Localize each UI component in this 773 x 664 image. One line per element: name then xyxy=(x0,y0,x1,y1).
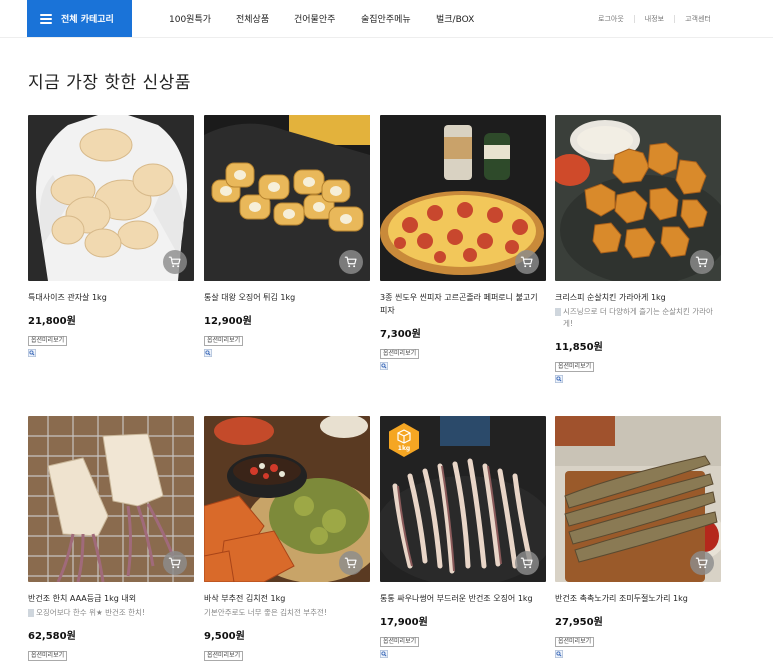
badge-label: 1kg xyxy=(397,445,411,452)
add-to-cart-button[interactable] xyxy=(690,551,714,575)
product-image[interactable] xyxy=(204,115,370,281)
cart-icon xyxy=(695,556,709,570)
add-to-cart-button[interactable] xyxy=(163,250,187,274)
nav-label: 건어물안주 xyxy=(294,15,336,25)
product-card[interactable]: 반건조 한치 AAA등급 1kg 내외 오징어보다 한수 위★ 반건조 한치! … xyxy=(28,416,194,664)
nav-label: 100원특가 xyxy=(169,15,212,25)
divider xyxy=(633,14,635,23)
nav-item-dried-snacks[interactable]: 건어물안주 xyxy=(294,0,335,37)
nav-label: 전체상품 xyxy=(236,15,270,25)
option-preview-button[interactable]: 옵션미리보기 xyxy=(28,336,68,346)
product-name[interactable]: 바삭 부추전 김치전 1kg xyxy=(204,592,370,605)
util-links: 로그아웃 내정보 고객센터 xyxy=(598,0,711,37)
product-name[interactable]: 크리스피 순살치킨 가라아게 1kg xyxy=(555,291,721,304)
product-description: 시즈닝으로 더 다양하게 즐기는 순살치킨 가라아게! xyxy=(555,306,721,330)
zoom-icon[interactable] xyxy=(555,650,563,658)
product-card[interactable]: 특대사이즈 관자살 1kg 21,800원 옵션미리보기 xyxy=(28,115,194,357)
option-preview-button[interactable]: 옵션미리보기 xyxy=(380,349,420,359)
product-description: 오징어보다 한수 위★ 반건조 한치! xyxy=(28,607,194,619)
add-to-cart-button[interactable] xyxy=(339,551,363,575)
hamburger-icon xyxy=(40,13,52,24)
product-price: 12,900원 xyxy=(204,316,252,327)
product-name[interactable]: 통통 싸우나썽어 부드러운 반건조 오징어 1kg xyxy=(380,592,546,605)
product-price: 9,500원 xyxy=(204,631,245,642)
zoom-icon[interactable] xyxy=(28,349,36,357)
product-image[interactable] xyxy=(204,416,370,582)
product-description: 기본안주로도 너무 좋은 김치전 부추전! xyxy=(204,607,370,619)
weight-badge: 1kg xyxy=(386,422,422,458)
cart-icon xyxy=(168,255,182,269)
add-to-cart-button[interactable] xyxy=(515,250,539,274)
description-text: 오징어보다 한수 위★ 반건조 한치! xyxy=(36,608,145,617)
product-image[interactable] xyxy=(28,115,194,281)
product-price: 27,950원 xyxy=(555,617,603,628)
nav-item-100won[interactable]: 100원특가 xyxy=(169,0,211,37)
cart-icon xyxy=(520,556,534,570)
product-name[interactable]: 3종 씬도우 씬피자 고르곤졸라 페퍼로니 불고기 피자 xyxy=(380,291,546,317)
desc-marker-icon xyxy=(555,308,561,316)
divider xyxy=(674,14,676,23)
option-preview-button[interactable]: 옵션미리보기 xyxy=(204,336,244,346)
box-icon xyxy=(389,423,419,457)
cart-icon xyxy=(344,255,358,269)
product-price: 7,300원 xyxy=(380,329,421,340)
nav-label: 벌크/BOX xyxy=(436,15,475,25)
cart-icon xyxy=(695,255,709,269)
product-price: 17,900원 xyxy=(380,617,428,628)
description-text: 시즈닝으로 더 다양하게 즐기는 순살치킨 가라아게! xyxy=(563,307,713,328)
product-price: 11,850원 xyxy=(555,342,603,353)
section-title: 지금 가장 핫한 신상품 xyxy=(28,73,191,93)
add-to-cart-button[interactable] xyxy=(690,250,714,274)
product-image[interactable] xyxy=(555,115,721,281)
cart-icon xyxy=(520,255,534,269)
option-preview-button[interactable]: 옵션미리보기 xyxy=(555,637,595,647)
desc-marker-icon xyxy=(28,609,34,617)
product-card[interactable]: 3종 씬도우 씬피자 고르곤졸라 페퍼로니 불고기 피자 7,300원 옵션미리… xyxy=(380,115,546,370)
add-to-cart-button[interactable] xyxy=(515,551,539,575)
nav-item-all-products[interactable]: 전체상품 xyxy=(236,0,269,37)
product-price: 21,800원 xyxy=(28,316,76,327)
product-name[interactable]: 통살 대왕 오징어 튀김 1kg xyxy=(204,291,370,304)
product-image[interactable] xyxy=(555,416,721,582)
nav-item-pub-menu[interactable]: 술집안주메뉴 xyxy=(361,0,411,37)
product-card[interactable]: 바삭 부추전 김치전 1kg 기본안주로도 너무 좋은 김치전 부추전! 9,5… xyxy=(204,416,370,664)
cart-icon xyxy=(344,556,358,570)
option-preview-button[interactable]: 옵션미리보기 xyxy=(380,637,420,647)
add-to-cart-button[interactable] xyxy=(163,551,187,575)
zoom-icon[interactable] xyxy=(204,349,212,357)
product-image[interactable] xyxy=(28,416,194,582)
product-price: 62,580원 xyxy=(28,631,76,642)
product-image[interactable] xyxy=(380,115,546,281)
nav-label: 술집안주메뉴 xyxy=(361,15,411,25)
top-header: 전체 카테고리 100원특가 전체상품 건어물안주 술집안주메뉴 벌크/BOX … xyxy=(0,0,773,38)
nav-item-bulk-box[interactable]: 벌크/BOX xyxy=(436,0,474,37)
category-button-label: 전체 카테고리 xyxy=(61,15,114,25)
product-card[interactable]: 반건조 촉촉노가리 조미두절노가리 1kg 27,950원 옵션미리보기 xyxy=(555,416,721,658)
zoom-icon[interactable] xyxy=(380,650,388,658)
cart-icon xyxy=(168,556,182,570)
add-to-cart-button[interactable] xyxy=(339,250,363,274)
zoom-icon[interactable] xyxy=(380,362,388,370)
product-card[interactable]: 1kg 통통 싸우나썽어 부드러운 반건조 오징어 1kg 17,900원 옵션… xyxy=(380,416,546,658)
product-card[interactable]: 크리스피 순살치킨 가라아게 1kg 시즈닝으로 더 다양하게 즐기는 순살치킨… xyxy=(555,115,721,383)
product-name[interactable]: 반건조 촉촉노가리 조미두절노가리 1kg xyxy=(555,592,721,605)
product-card[interactable]: 통살 대왕 오징어 튀김 1kg 12,900원 옵션미리보기 xyxy=(204,115,370,357)
customer-center-link[interactable]: 고객센터 xyxy=(685,14,711,24)
option-preview-button[interactable]: 옵션미리보기 xyxy=(28,651,68,661)
description-text: 기본안주로도 너무 좋은 김치전 부추전! xyxy=(204,608,327,617)
option-preview-button[interactable]: 옵션미리보기 xyxy=(555,362,595,372)
option-preview-button[interactable]: 옵션미리보기 xyxy=(204,651,244,661)
product-name[interactable]: 반건조 한치 AAA등급 1kg 내외 xyxy=(28,592,194,605)
product-name[interactable]: 특대사이즈 관자살 1kg xyxy=(28,291,194,304)
category-button[interactable]: 전체 카테고리 xyxy=(27,0,132,37)
my-info-link[interactable]: 내정보 xyxy=(645,14,664,24)
logout-link[interactable]: 로그아웃 xyxy=(598,14,624,24)
product-image[interactable]: 1kg xyxy=(380,416,546,582)
zoom-icon[interactable] xyxy=(555,375,563,383)
